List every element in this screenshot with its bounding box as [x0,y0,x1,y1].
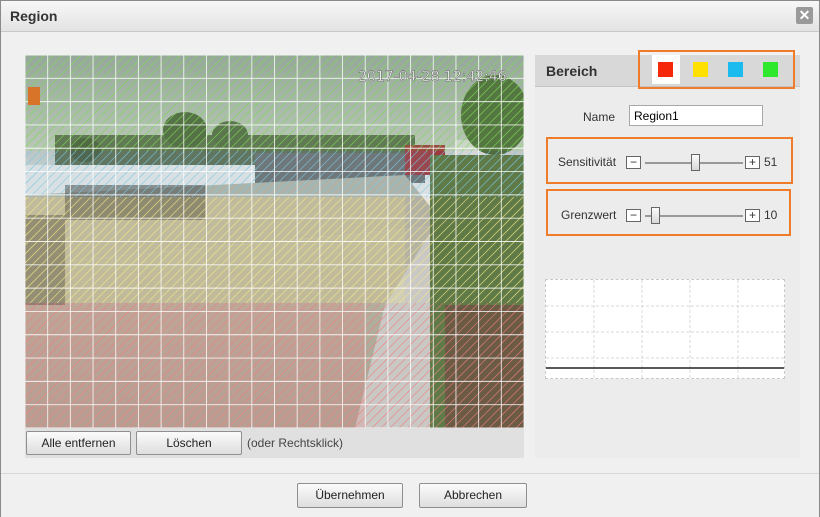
sensitivity-group: Sensitivität − + 51 [546,137,793,184]
panel-title: Bereich [546,63,598,79]
sensitivity-label: Sensitivität [558,155,617,169]
name-label: Name [583,110,616,124]
close-icon[interactable]: ✕ [796,7,813,24]
color-selector [638,50,795,89]
cancel-button[interactable]: Abbrechen [419,483,527,508]
threshold-decrease-button[interactable]: − [626,209,641,222]
threshold-increase-button[interactable]: + [745,209,760,222]
threshold-value: 10 [764,208,778,222]
region-dialog: Region ✕ 2017-04-28 12:42:46 Alle entfer… [0,0,820,517]
yellow-swatch-icon [693,62,708,77]
video-panel: 2017-04-28 12:42:46 Alle entfernen Lösch… [25,55,524,458]
remove-all-button[interactable]: Alle entfernen [26,431,131,455]
region-settings-panel: Bereich Name Region1 Sensitivität − + 51… [535,50,800,458]
color-option-cyan[interactable] [722,55,750,84]
motion-graph [545,279,785,379]
panel-header: Bereich [535,50,800,89]
corner-marker [28,87,40,105]
delete-button[interactable]: Löschen [136,431,242,455]
right-click-hint: (oder Rechtsklick) [247,436,344,450]
color-option-green[interactable] [757,55,785,84]
threshold-group: Grenzwert − + 10 [546,189,791,236]
apply-button[interactable]: Übernehmen [297,483,403,508]
dialog-title: Region [10,8,58,24]
dialog-footer: Übernehmen Abbrechen [1,473,819,517]
red-swatch-icon [658,62,673,77]
threshold-label: Grenzwert [561,208,617,222]
video-toolbar: Alle entfernen Löschen (oder Rechtsklick… [25,428,524,458]
color-option-red[interactable] [652,55,680,84]
dialog-content: 2017-04-28 12:42:46 Alle entfernen Lösch… [1,32,819,472]
threshold-slider-handle[interactable] [650,207,660,224]
sensitivity-increase-button[interactable]: + [745,156,760,169]
video-preview[interactable]: 2017-04-28 12:42:46 [25,55,524,428]
cyan-swatch-icon [728,62,743,77]
color-option-yellow[interactable] [687,55,715,84]
video-timestamp: 2017-04-28 12:42:46 [358,69,507,85]
green-swatch-icon [763,62,778,77]
sensitivity-decrease-button[interactable]: − [626,156,641,169]
sensitivity-value: 51 [764,155,778,169]
region-name-field[interactable] [629,105,763,126]
sensitivity-slider-handle[interactable] [690,154,700,171]
title-bar: Region ✕ [1,1,819,32]
